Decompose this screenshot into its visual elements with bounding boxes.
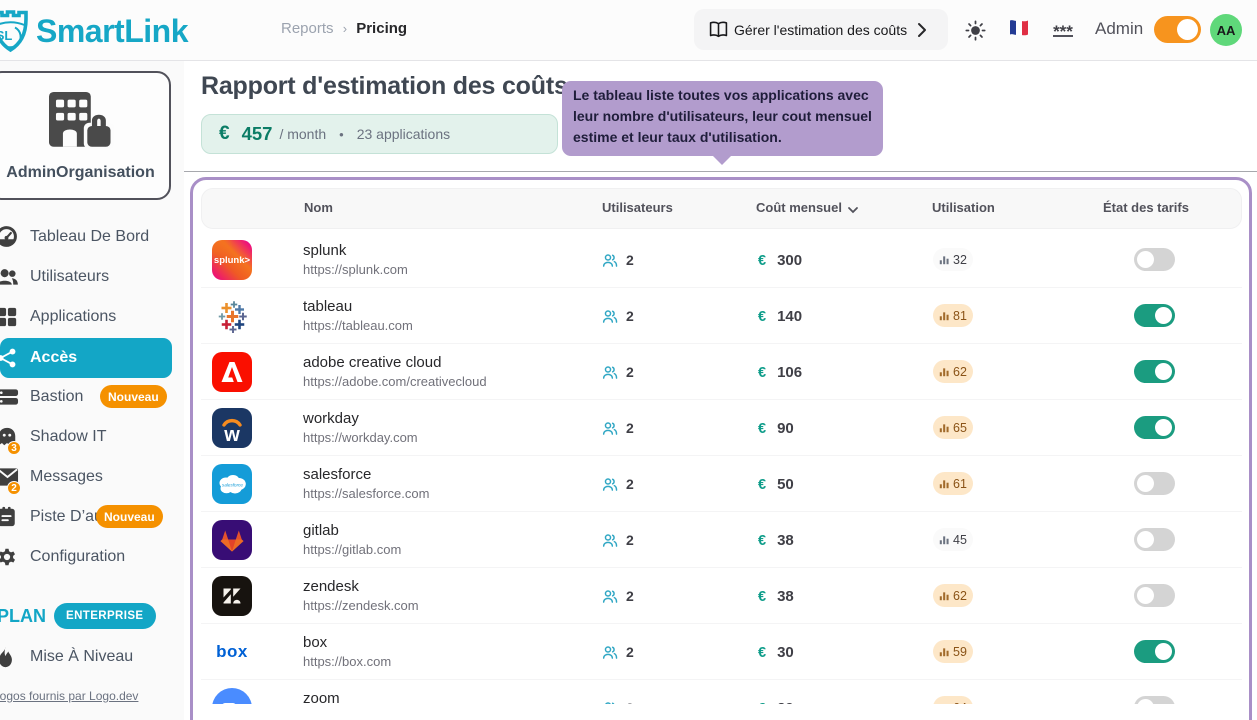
svg-text:w: w [223, 424, 240, 446]
svg-text:salesforce: salesforce [222, 483, 243, 488]
svg-text:SL: SL [0, 28, 12, 43]
